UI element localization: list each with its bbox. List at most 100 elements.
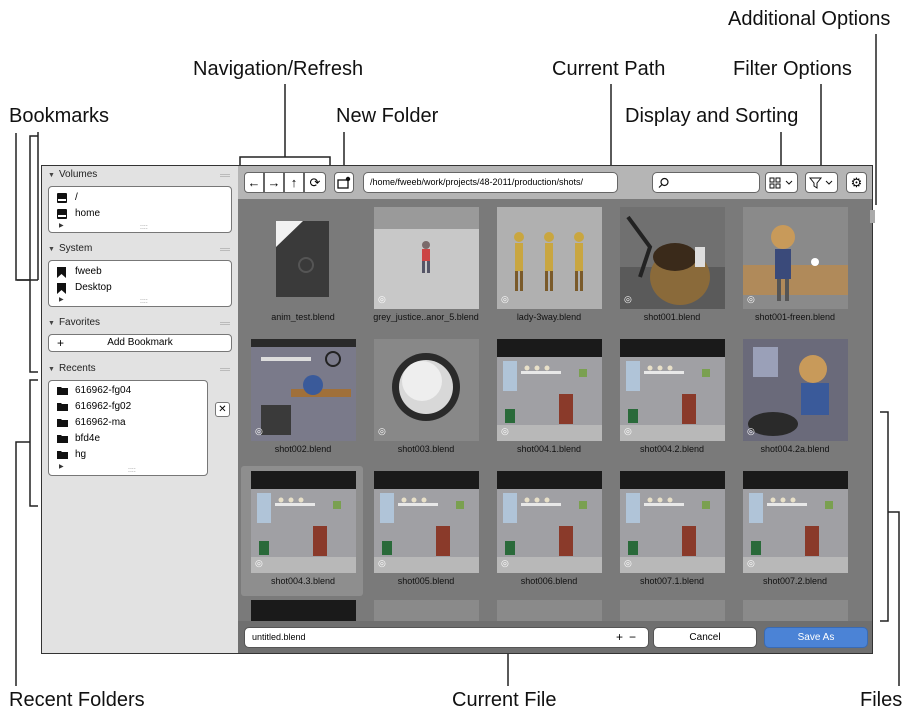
- panel-title: Recents: [58, 363, 96, 374]
- recent-folder-item[interactable]: 616962-ma: [49, 415, 207, 431]
- file-item[interactable]: ◎ shot001.blend: [610, 202, 732, 332]
- recent-folder-label: bfd4e: [75, 433, 101, 444]
- refresh-icon: ⟳: [309, 175, 321, 190]
- drag-grip-icon[interactable]: [220, 322, 230, 325]
- resize-handle-icon[interactable]: ::::: [128, 467, 136, 474]
- folder-icon: [57, 435, 68, 443]
- save-as-button[interactable]: Save As: [764, 627, 868, 648]
- filter-funnel-icon: [808, 177, 832, 189]
- file-item[interactable]: ◎ shot004.2a.blend: [733, 334, 855, 464]
- system-panel-header[interactable]: ▼ System: [42, 240, 238, 258]
- settings-button[interactable]: ⚙: [846, 172, 867, 193]
- add-bookmark-button[interactable]: + Add Bookmark: [48, 334, 232, 352]
- panel-title: Favorites: [58, 317, 101, 328]
- file-item[interactable]: ◎ shot004.3.blend: [241, 466, 363, 596]
- increment-decrement-icons[interactable]: +−: [616, 628, 642, 647]
- volume-label: /: [75, 192, 78, 203]
- filename-field[interactable]: untitled.blend +−: [244, 627, 649, 648]
- blend-file-icon: ◎: [747, 558, 755, 568]
- folder-icon: [57, 387, 68, 395]
- blend-file-icon: ◎: [747, 426, 755, 436]
- recents-panel-header[interactable]: ▼ Recents: [42, 360, 238, 378]
- system-item-fweeb[interactable]: fweeb: [49, 264, 231, 280]
- file-browser-header: ← → ↑ ⟳ /home/fweeb/work/projects/48-201…: [238, 166, 872, 199]
- drag-grip-icon[interactable]: [220, 174, 230, 177]
- system-item-desktop[interactable]: Desktop: [49, 280, 231, 296]
- file-thumbnail: ◎: [374, 339, 479, 441]
- file-item[interactable]: ◎ shot004.1.blend: [487, 334, 609, 464]
- recent-folder-label: hg: [75, 449, 87, 460]
- new-folder-button[interactable]: [334, 172, 354, 193]
- blend-file-icon: ◎: [378, 426, 386, 436]
- clear-recents-button[interactable]: ✕: [215, 402, 230, 417]
- current-path-field[interactable]: /home/fweeb/work/projects/48-2011/produc…: [363, 172, 618, 193]
- file-item[interactable]: ◎ shot005.blend: [364, 466, 486, 596]
- file-item-partial[interactable]: [251, 600, 356, 621]
- filename-value: untitled.blend: [252, 632, 306, 642]
- file-item[interactable]: ◎ shot002.blend: [241, 334, 363, 464]
- parent-directory-button[interactable]: ↑: [284, 172, 304, 193]
- file-item-partial[interactable]: [374, 600, 479, 621]
- file-item[interactable]: ◎ shot003.blend: [364, 334, 486, 464]
- resize-handle-icon[interactable]: ::::: [140, 298, 148, 305]
- forward-button[interactable]: →: [264, 172, 284, 193]
- cancel-button[interactable]: Cancel: [653, 627, 757, 648]
- blend-file-icon: ◎: [624, 558, 632, 568]
- file-item[interactable]: ◎ shot001-freen.blend: [733, 202, 855, 332]
- file-thumbnail: ◎: [743, 339, 848, 441]
- search-field[interactable]: [652, 172, 760, 193]
- file-thumbnail: ◎: [743, 207, 848, 309]
- file-thumbnail: ◎: [374, 207, 479, 309]
- recent-folder-item[interactable]: 616962-fg02: [49, 399, 207, 415]
- volume-item-root[interactable]: /: [49, 190, 231, 206]
- file-item[interactable]: ◎ shot007.2.blend: [733, 466, 855, 596]
- file-item[interactable]: ◎ shot007.1.blend: [610, 466, 732, 596]
- callout-bookmarks: Bookmarks: [9, 105, 110, 127]
- system-label: fweeb: [75, 266, 102, 277]
- blend-file-icon: ◎: [624, 426, 632, 436]
- file-name: shot007.1.blend: [639, 576, 705, 586]
- recent-folder-item[interactable]: bfd4e: [49, 431, 207, 447]
- refresh-button[interactable]: ⟳: [304, 172, 326, 193]
- folder-icon: [57, 419, 68, 427]
- bookmark-icon: [57, 267, 66, 278]
- file-name: grey_justice..anor_5.blend: [373, 312, 479, 322]
- file-item[interactable]: anim_test.blend: [241, 202, 363, 332]
- blend-file-icon: ◎: [747, 294, 755, 304]
- volume-item-home[interactable]: home: [49, 206, 231, 222]
- file-name: shot007.2.blend: [762, 576, 828, 586]
- file-thumbnail: ◎: [497, 339, 602, 441]
- file-thumbnail: [251, 207, 356, 309]
- file-item-partial[interactable]: [620, 600, 725, 621]
- volumes-panel-header[interactable]: ▼ Volumes: [42, 166, 238, 184]
- file-item-partial[interactable]: [497, 600, 602, 621]
- file-thumbnail: ◎: [620, 339, 725, 441]
- file-item[interactable]: ◎ grey_justice..anor_5.blend: [364, 202, 486, 332]
- drag-grip-icon[interactable]: [220, 248, 230, 251]
- collapse-triangle-icon: ▼: [48, 320, 55, 327]
- drive-icon: [57, 209, 67, 219]
- drag-grip-icon[interactable]: [220, 368, 230, 371]
- back-button[interactable]: ←: [244, 172, 264, 193]
- callout-current-file: Current File: [452, 689, 557, 711]
- file-item[interactable]: ◎ lady-3way.blend: [487, 202, 609, 332]
- filter-dropdown[interactable]: [805, 172, 838, 193]
- gear-icon: ⚙: [850, 175, 863, 190]
- file-name: shot004.1.blend: [516, 444, 582, 454]
- panel-title: System: [58, 243, 93, 254]
- recent-folder-item[interactable]: hg: [49, 447, 207, 463]
- callout-navigation-refresh: Navigation/Refresh: [193, 58, 364, 80]
- add-bookmark-label: Add Bookmark: [107, 337, 173, 348]
- resize-handle-icon[interactable]: ::::: [140, 224, 148, 231]
- scrollbar-handle[interactable]: [870, 210, 875, 223]
- blend-file-icon: ◎: [501, 426, 509, 436]
- folder-icon: [57, 403, 68, 411]
- file-item[interactable]: ◎ shot006.blend: [487, 466, 609, 596]
- callout-new-folder: New Folder: [336, 105, 439, 127]
- file-item[interactable]: ◎ shot004.2.blend: [610, 334, 732, 464]
- file-item-partial[interactable]: [743, 600, 848, 621]
- display-mode-dropdown[interactable]: [765, 172, 798, 193]
- recent-folder-item[interactable]: 616962-fg04: [49, 383, 207, 399]
- recent-folder-label: 616962-fg04: [75, 385, 132, 396]
- favorites-panel-header[interactable]: ▼ Favorites: [42, 314, 238, 332]
